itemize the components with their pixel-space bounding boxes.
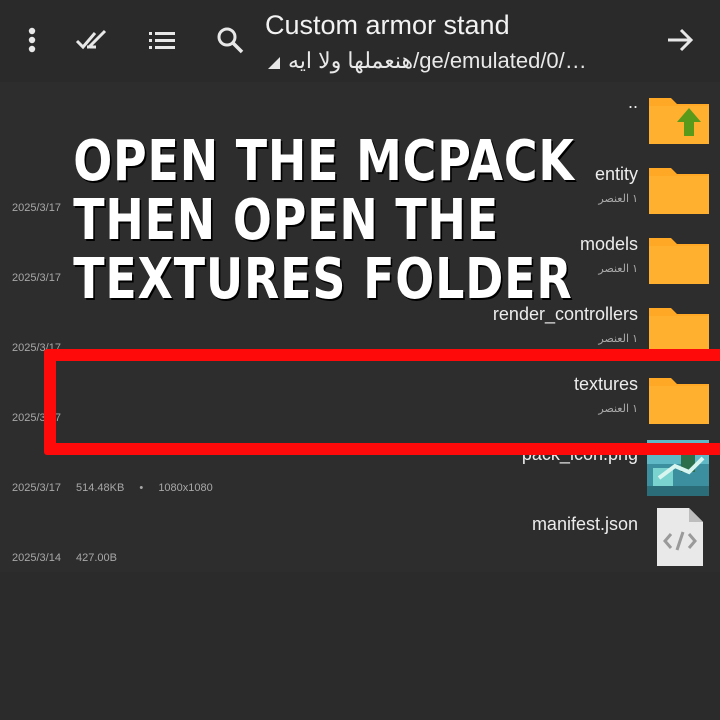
instruction-line-2: THEN OPEN THE: [73, 188, 500, 253]
folder-icon: [647, 158, 711, 216]
forward-arrow-icon[interactable]: [662, 22, 698, 58]
more-options-icon[interactable]: [14, 22, 50, 58]
file-name: entity: [594, 164, 638, 184]
folder-title: Custom armor stand: [265, 10, 510, 40]
list-view-icon[interactable]: [144, 22, 180, 58]
file-date: 2025/3/14: [12, 552, 61, 564]
file-date: 2025/3/17: [12, 202, 61, 214]
breadcrumb-path[interactable]: هنعملها ولا ايه/ge/emulated/0/…: [268, 48, 587, 74]
item-count: ١ العنصر: [598, 333, 638, 345]
folder-icon: [647, 298, 711, 356]
separator-dot: •: [139, 482, 144, 494]
instruction-line-3: TEXTURES FOLDER: [73, 247, 573, 312]
file-meta: 2025/3/14 427.00B: [12, 552, 117, 564]
instruction-line-1: OPEN THE MCPACK: [73, 129, 575, 194]
file-name: manifest.json: [531, 514, 638, 534]
parent-folder-icon: [647, 88, 711, 146]
file-name: ..: [627, 92, 638, 112]
file-date: 2025/3/17: [12, 272, 61, 284]
highlight-box: [44, 349, 720, 455]
search-icon[interactable]: [212, 22, 248, 58]
instruction-overlay: OPEN THE MCPACK THEN OPEN THE TEXTURES F…: [73, 129, 575, 312]
item-count: ١ العنصر: [598, 193, 638, 205]
file-size: 514.48KB: [76, 482, 125, 494]
file-size: 427.00B: [76, 552, 117, 564]
file-date: 2025/3/17: [12, 482, 61, 494]
folder-icon: [647, 228, 711, 286]
select-all-icon[interactable]: [74, 22, 110, 58]
file-name: models: [579, 234, 638, 254]
image-dimensions: 1080x1080: [158, 482, 213, 494]
top-toolbar: Custom armor stand هنعملها ولا ايه/ge/em…: [0, 0, 720, 82]
code-file-icon: [647, 508, 711, 566]
path-text: هنعملها ولا ايه/ge/emulated/0/…: [288, 48, 587, 73]
list-item-file[interactable]: manifest.json 2025/3/14 427.00B: [0, 502, 720, 572]
item-count: ١ العنصر: [598, 263, 638, 275]
file-meta: 2025/3/17 514.48KB • 1080x1080: [12, 482, 213, 494]
path-dropdown-icon: [268, 57, 280, 69]
empty-area: [0, 572, 720, 720]
